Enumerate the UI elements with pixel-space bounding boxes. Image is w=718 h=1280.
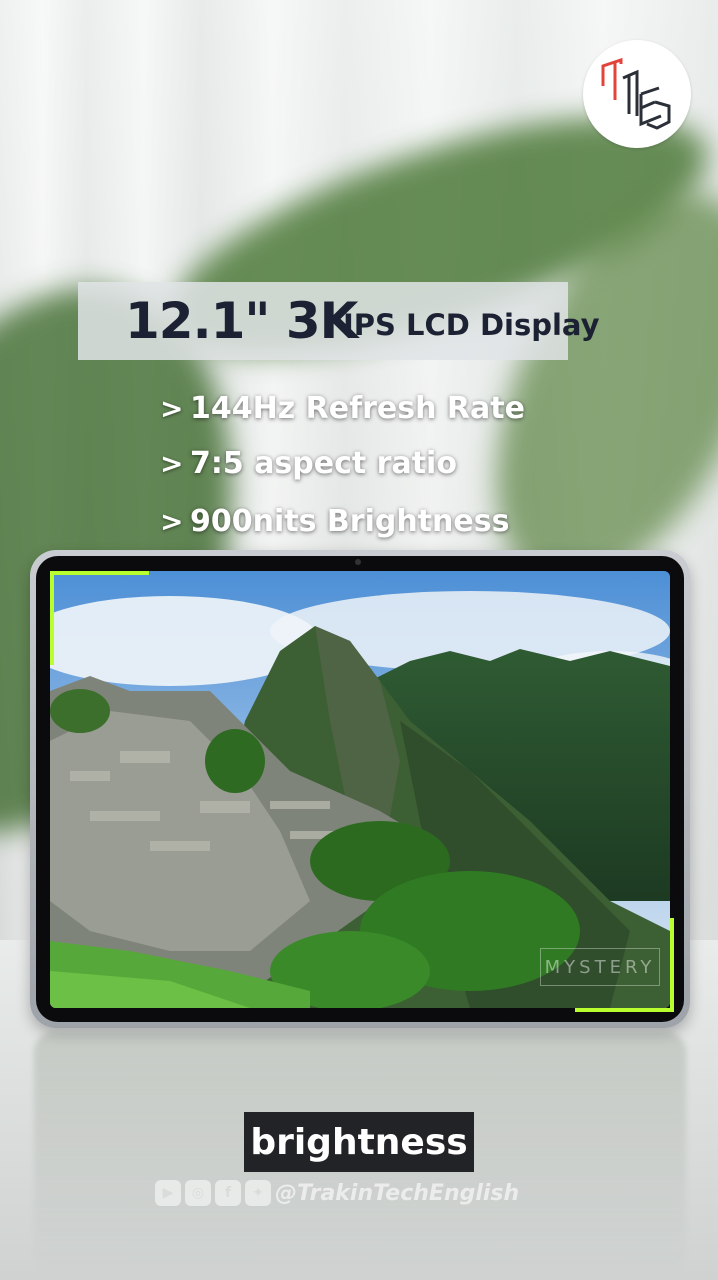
facebook-icon[interactable]: f bbox=[215, 1180, 241, 1206]
feature-item: > 144Hz Refresh Rate bbox=[160, 388, 525, 428]
trakin-tech-logo-icon bbox=[601, 57, 671, 130]
feature-text: 900nits Brightness bbox=[190, 503, 510, 539]
display-type-title: IPS LCD Display bbox=[343, 308, 600, 342]
social-handle-bar: ▶ ◎ f ✦ @TrakinTechEnglish bbox=[155, 1178, 519, 1208]
subtitle-caption: brightness bbox=[244, 1112, 474, 1172]
chevron-right-icon: > bbox=[160, 504, 184, 538]
front-camera bbox=[355, 559, 361, 565]
chevron-right-icon: > bbox=[160, 446, 184, 480]
accent-corner-top-left bbox=[50, 571, 149, 665]
feature-item: > 900nits Brightness bbox=[160, 501, 509, 541]
chevron-right-icon: > bbox=[160, 391, 184, 425]
video-watermark: MYSTERY bbox=[540, 948, 660, 986]
feature-text: 7:5 aspect ratio bbox=[190, 445, 457, 481]
youtube-icon[interactable]: ▶ bbox=[155, 1180, 181, 1206]
feature-item: > 7:5 aspect ratio bbox=[160, 443, 457, 483]
display-size-title: 12.1" 3K bbox=[125, 292, 358, 350]
twitter-icon[interactable]: ✦ bbox=[245, 1180, 271, 1206]
social-handle[interactable]: @TrakinTechEnglish bbox=[275, 1181, 519, 1206]
instagram-icon[interactable]: ◎ bbox=[185, 1180, 211, 1206]
channel-logo[interactable] bbox=[583, 40, 691, 148]
feature-text: 144Hz Refresh Rate bbox=[190, 390, 525, 426]
